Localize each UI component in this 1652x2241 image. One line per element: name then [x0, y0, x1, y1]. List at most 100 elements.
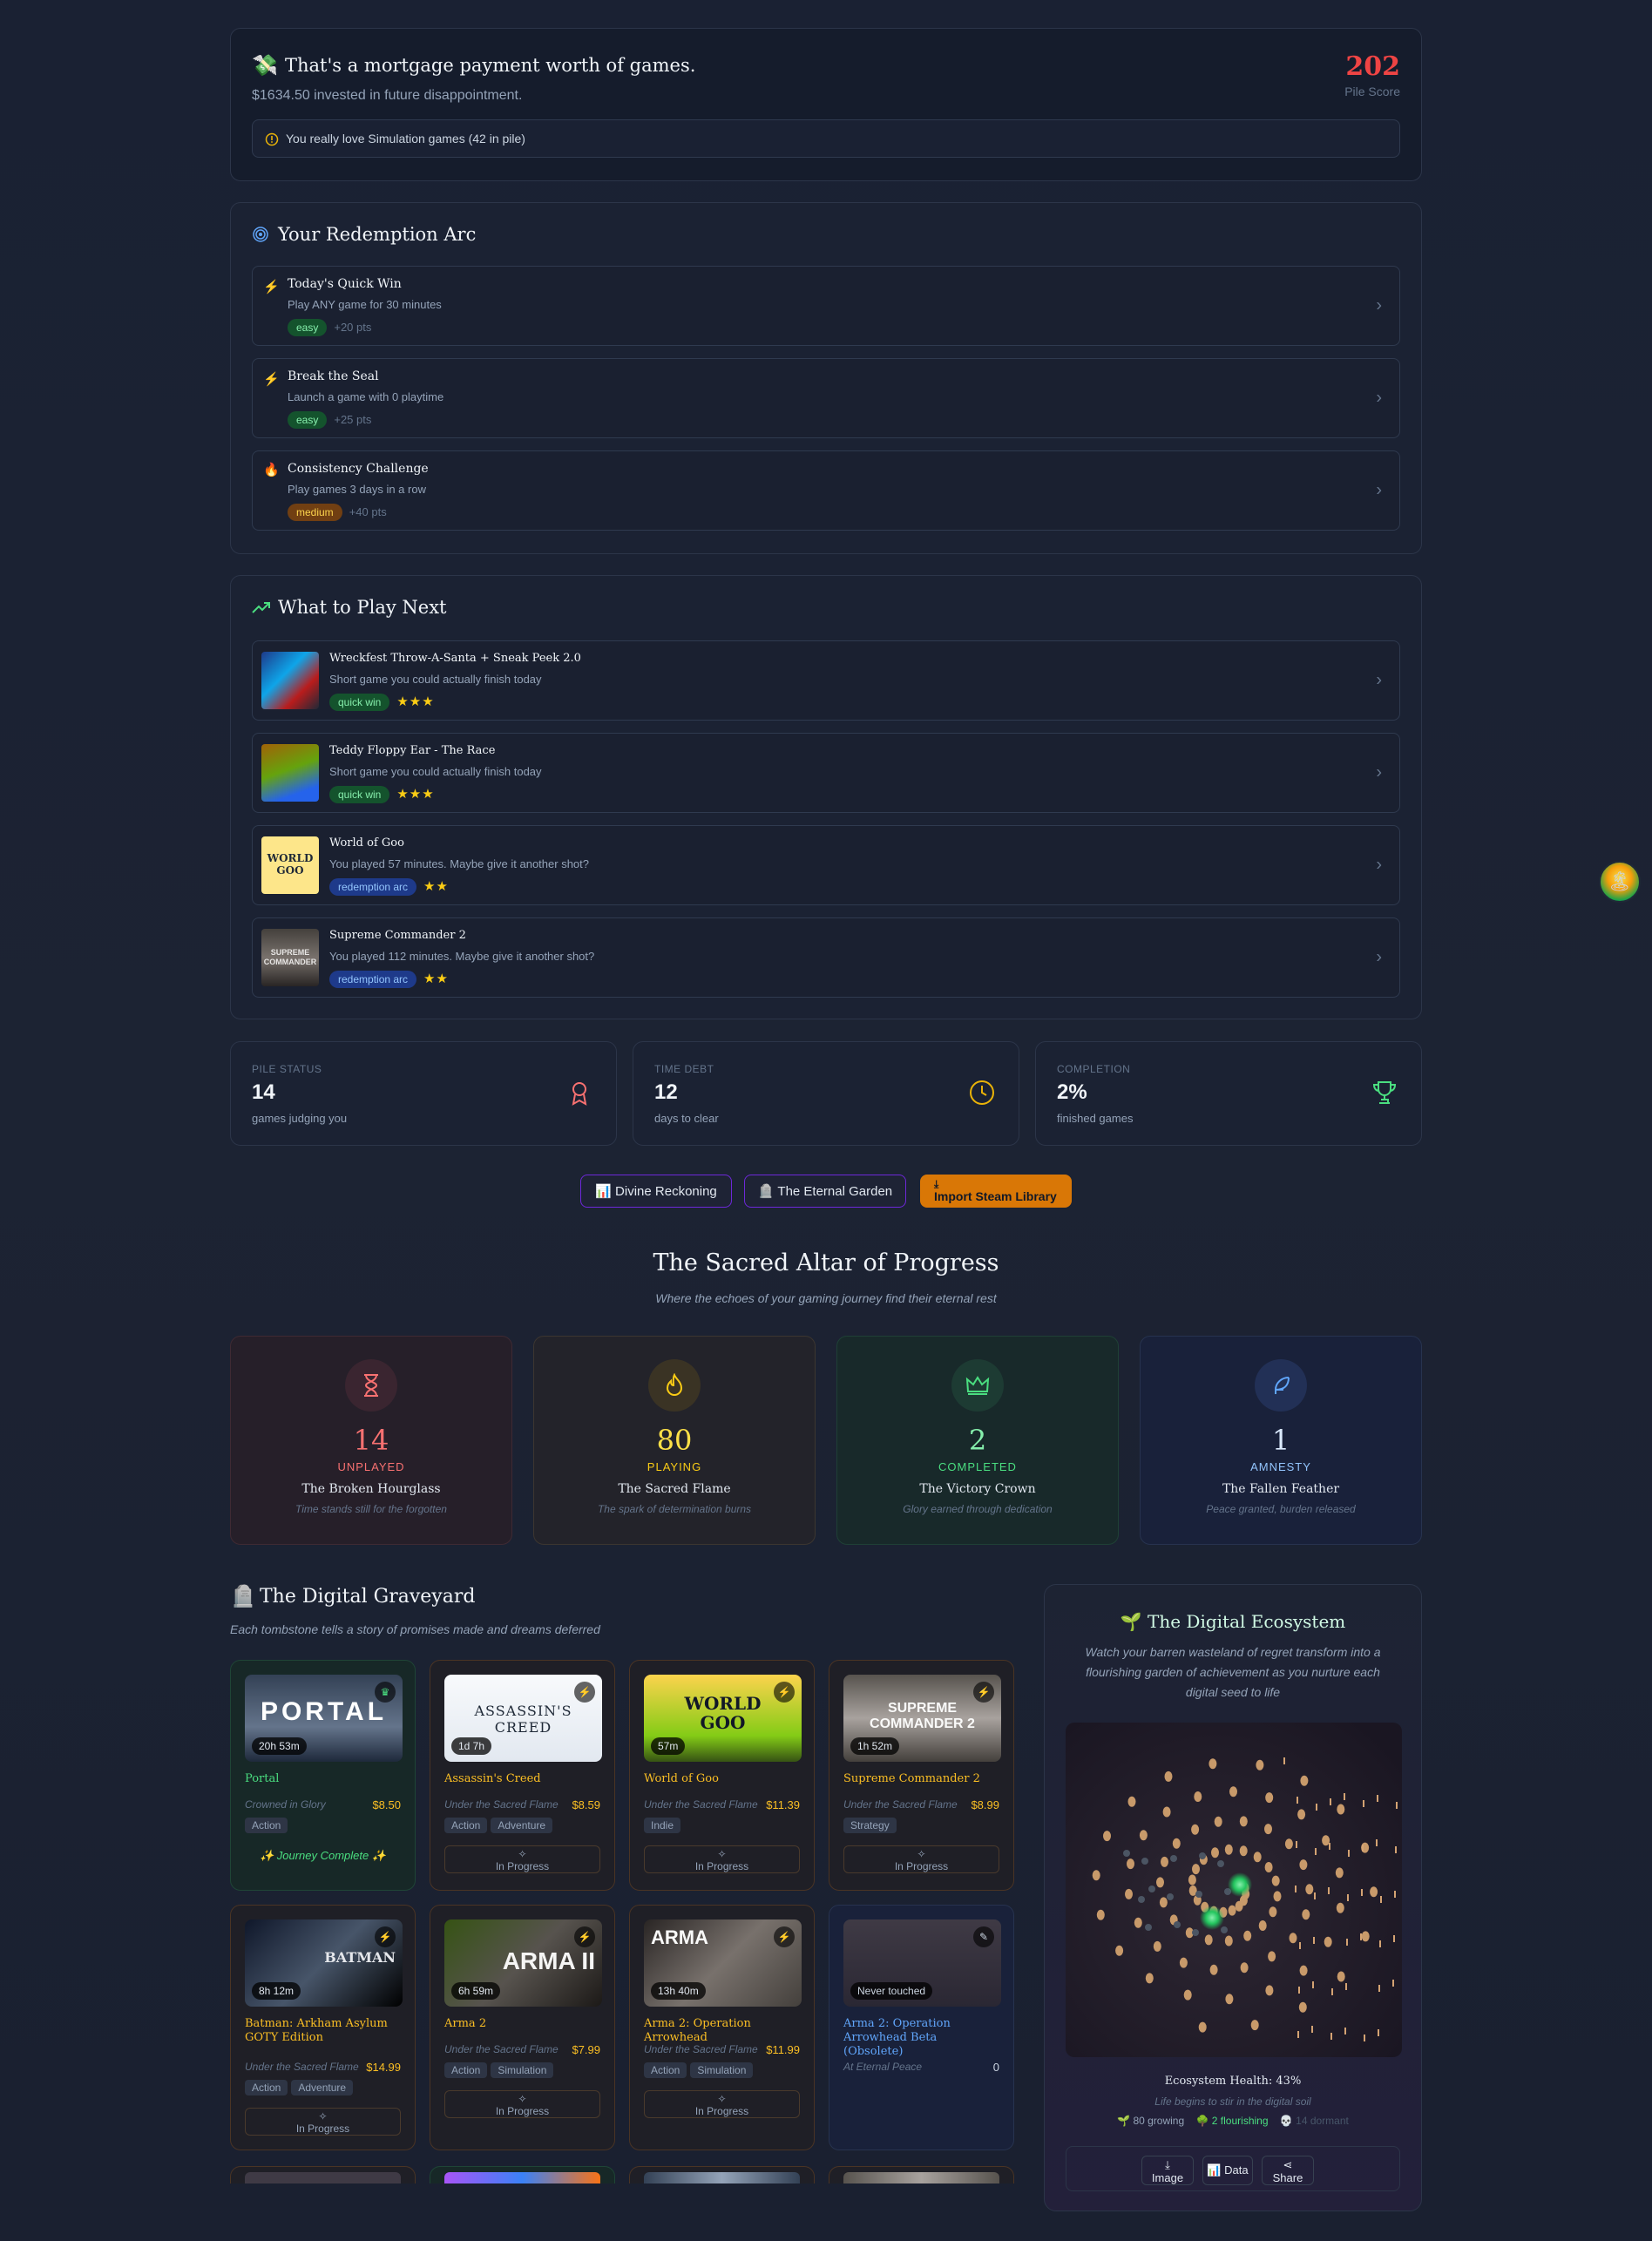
difficulty-badge: easy: [288, 411, 328, 429]
growing-count: 80 growing: [1133, 2115, 1185, 2127]
genre-alert: You really love Simulation games (42 in …: [252, 119, 1400, 158]
growing-plant: [1269, 1906, 1277, 1918]
genre-tag: Adventure: [291, 2080, 354, 2095]
dormant-plant: [1221, 1926, 1228, 1933]
roast-subline: $1634.50 invested in future disappointme…: [252, 88, 523, 103]
game-tombstone[interactable]: [629, 2166, 815, 2183]
divine-reckoning-button[interactable]: 📊 Divine Reckoning: [580, 1175, 732, 1208]
game-title: Arma 2: [444, 2017, 487, 2030]
game-price: 0: [992, 2061, 999, 2074]
rec-tag: redemption arc: [329, 971, 417, 988]
lightning-icon: ⚡: [774, 1926, 795, 1947]
cover-title: SUPREME COMMANDER 2: [870, 1701, 975, 1731]
points-label: +20 pts: [334, 321, 372, 334]
game-tombstone[interactable]: ASSASSIN'S CREED 1d 7h ⚡ Assassin's Cree…: [430, 1660, 615, 1891]
in-progress-button[interactable]: ✧ In Progress: [444, 2090, 600, 2118]
in-progress-button[interactable]: ✧ In Progress: [644, 2090, 800, 2118]
chevron-right-icon: ›: [1376, 480, 1382, 500]
tree-icon: 🌳: [1195, 2115, 1209, 2127]
ecosystem-garden-canvas[interactable]: [1066, 1723, 1402, 2057]
challenge-card[interactable]: ⚡ Break the Seal Launch a game with 0 pl…: [252, 358, 1400, 438]
palm-tree-icon: 🏝: [1608, 870, 1632, 892]
ecosystem-panel: 🌱 The Digital Ecosystem Watch your barre…: [1044, 1584, 1422, 2211]
sprout-mark: [1378, 1985, 1380, 1992]
game-tombstone[interactable]: Never touched ✎ Arma 2: Operation Arrowh…: [829, 1905, 1014, 2150]
game-price: $11.99: [766, 2043, 800, 2056]
chevron-right-icon: ›: [1376, 670, 1382, 690]
target-icon: [253, 227, 268, 242]
download-icon: ⤓: [934, 1178, 939, 1190]
game-title: Portal: [245, 1772, 280, 1785]
in-progress-button[interactable]: ✧ In Progress: [245, 2108, 401, 2136]
sprout-mark: [1328, 1887, 1330, 1894]
recommendation-card[interactable]: Wreckfest Throw-A-Santa + Sneak Peek 2.0…: [252, 640, 1400, 721]
game-tombstone[interactable]: PORTAL 20h 53m ♛ Portal Crowned in Glory…: [230, 1660, 416, 1891]
altar-count: 14: [353, 1424, 389, 1457]
info-icon: [265, 132, 279, 146]
dormant-plant: [1195, 1891, 1202, 1898]
lightning-icon: ⚡: [774, 1682, 795, 1703]
altar-card-playing[interactable]: 80 PLAYING The Sacred Flame The spark of…: [533, 1336, 816, 1545]
game-tombstone[interactable]: WORLD GOO 57m ⚡ World of Goo Under the S…: [629, 1660, 815, 1891]
ecosystem-title-text: The Digital Ecosystem: [1148, 1611, 1346, 1632]
stat-label: COMPLETION: [1057, 1063, 1131, 1075]
cover-title: ASSASSIN'S CREED: [474, 1703, 572, 1736]
growing-plant: [1115, 1945, 1124, 1956]
in-progress-button[interactable]: ✧ In Progress: [644, 1845, 800, 1873]
game-tombstone[interactable]: [230, 2166, 416, 2183]
game-price: $7.99: [572, 2043, 600, 2056]
recommendation-card[interactable]: Teddy Floppy Ear - The Race Short game y…: [252, 733, 1400, 813]
sprout-mark: [1296, 1841, 1297, 1848]
game-tombstone[interactable]: SUPREME COMMANDER 2 1h 52m ⚡ Supreme Com…: [829, 1660, 1014, 1891]
eternal-garden-button[interactable]: 🪦 The Eternal Garden: [744, 1175, 906, 1208]
challenge-card[interactable]: ⚡ Today's Quick Win Play ANY game for 30…: [252, 266, 1400, 346]
share-button[interactable]: ⋖ Share: [1262, 2156, 1314, 2185]
sprout-mark: [1295, 1886, 1297, 1892]
difficulty-badge: easy: [288, 319, 328, 336]
game-tombstone[interactable]: ARMA II 6h 59m ⚡ Arma 2 Under the Sacred…: [430, 1905, 615, 2150]
altar-card-unplayed[interactable]: 14 UNPLAYED The Broken Hourglass Time st…: [230, 1336, 512, 1545]
sprout-mark: [1348, 1850, 1350, 1857]
crown-icon: ♛: [375, 1682, 396, 1703]
game-title: World of Goo: [644, 1772, 719, 1785]
ecosystem-health-sub: Life begins to stir in the digital soil: [1154, 2095, 1311, 2108]
game-tombstone[interactable]: [430, 2166, 615, 2183]
growing-plant: [1127, 1858, 1134, 1870]
game-tombstone[interactable]: [829, 2166, 1014, 2183]
game-tombstone[interactable]: ARMA 13h 40m ⚡ Arma 2: Operation Arrowhe…: [629, 1905, 815, 2150]
recommendation-card[interactable]: WORLD GOO World of Goo You played 57 min…: [252, 825, 1400, 905]
altar-card-completed[interactable]: 2 COMPLETED The Victory Crown Glory earn…: [836, 1336, 1119, 1545]
game-price: $8.99: [971, 1798, 999, 1811]
recommendation-card[interactable]: SUPREME COMMANDER Supreme Commander 2 Yo…: [252, 917, 1400, 998]
ecosystem-desc: Watch your barren wasteland of regret tr…: [1085, 1645, 1381, 1699]
growing-plant: [1211, 1847, 1219, 1858]
export-image-button[interactable]: ⤓ Image: [1141, 2156, 1194, 2185]
game-tombstone[interactable]: BATMAN 8h 12m ⚡ Batman: Arkham Asylum GO…: [230, 1905, 416, 2150]
altar-count: 2: [968, 1424, 987, 1457]
sprout-mark: [1360, 1933, 1362, 1940]
growing-plant: [1229, 1786, 1237, 1798]
sparkle-icon: ✧: [717, 2093, 727, 2105]
game-title: Teddy Floppy Ear - The Race: [329, 744, 496, 757]
growing-plant: [1162, 1806, 1171, 1818]
growing-plant: [1250, 2020, 1259, 2031]
stat-label: PILE STATUS: [252, 1063, 322, 1075]
altar-card-amnesty[interactable]: 1 AMNESTY The Fallen Feather Peace grant…: [1140, 1336, 1422, 1545]
in-progress-button[interactable]: ✧ In Progress: [843, 1845, 999, 1873]
altar-name: The Fallen Feather: [1222, 1482, 1340, 1496]
game-thumbnail: [261, 652, 319, 709]
stat-sub: days to clear: [654, 1112, 719, 1125]
playtime-badge: 1h 52m: [850, 1737, 900, 1755]
growing-plant: [1153, 1940, 1161, 1952]
floating-garden-button[interactable]: 🏝: [1599, 861, 1641, 903]
challenge-card[interactable]: 🔥 Consistency Challenge Play games 3 day…: [252, 450, 1400, 531]
star-rating: ★★★: [396, 694, 435, 709]
sprout-mark: [1396, 1802, 1398, 1809]
stat-value: 2%: [1057, 1080, 1087, 1104]
in-progress-button[interactable]: ✧ In Progress: [444, 1845, 600, 1873]
sprout-mark: [1378, 2029, 1379, 2036]
stat-pile-status: PILE STATUS 14 games judging you: [230, 1041, 617, 1146]
export-data-button[interactable]: 📊 Data: [1202, 2156, 1253, 2185]
sprout-mark: [1315, 1848, 1317, 1855]
import-steam-button[interactable]: ⤓ Import Steam Library: [920, 1175, 1072, 1208]
